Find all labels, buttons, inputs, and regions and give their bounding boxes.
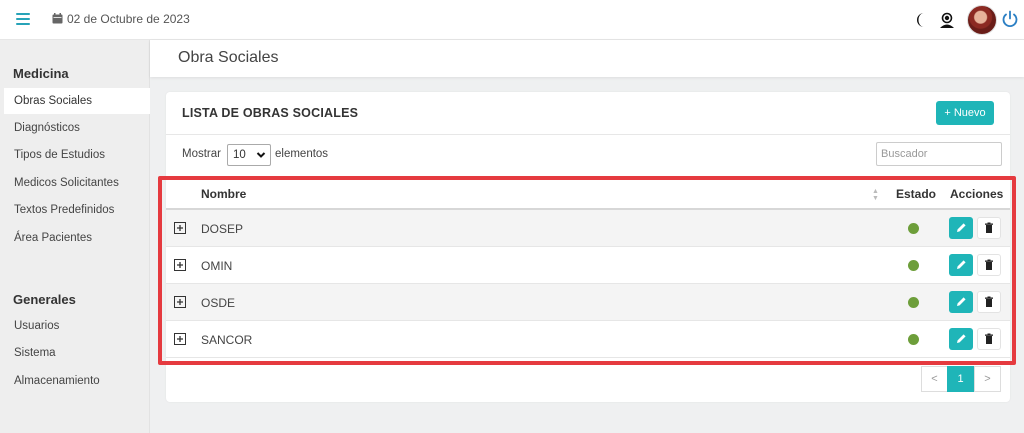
- page-1-button[interactable]: 1: [947, 366, 974, 392]
- expand-row-icon[interactable]: [174, 259, 186, 271]
- sidebar-item-obras-sociales[interactable]: Obras Sociales: [4, 88, 150, 114]
- row-name: OSDE: [201, 296, 236, 310]
- table-header: Nombre ▲ ▼ Estado Acciones: [166, 179, 1010, 210]
- sidebar-item-textos-predefinidos[interactable]: Textos Predefinidos: [4, 197, 150, 223]
- row-name: SANCOR: [201, 333, 253, 347]
- moon-icon[interactable]: [914, 12, 928, 28]
- current-date: 02 de Octubre de 2023: [67, 12, 190, 26]
- next-page-button[interactable]: >: [974, 366, 1001, 392]
- page-size-value: 10: [233, 149, 246, 161]
- row-name: DOSEP: [201, 222, 244, 236]
- pencil-icon: [957, 334, 966, 343]
- table-row: SANCOR: [166, 321, 1010, 358]
- pencil-icon: [957, 223, 966, 232]
- card-title: LISTA DE OBRAS SOCIALES: [182, 106, 359, 120]
- column-acciones: Acciones: [950, 187, 1004, 201]
- expand-row-icon[interactable]: [174, 296, 186, 308]
- table-row: OMIN: [166, 247, 1010, 284]
- delete-button[interactable]: [977, 328, 1001, 350]
- avatar[interactable]: [967, 5, 997, 35]
- page-size-select[interactable]: 10: [227, 144, 271, 166]
- sort-icon[interactable]: ▲ ▼: [872, 188, 879, 202]
- calendar-icon: [52, 13, 63, 24]
- pencil-icon: [957, 260, 966, 269]
- top-bar: 02 de Octubre de 2023: [0, 0, 1024, 40]
- table-row: DOSEP: [166, 210, 1010, 247]
- edit-button[interactable]: [949, 291, 973, 313]
- menu-icon[interactable]: [16, 13, 30, 25]
- page-header: Obra Sociales: [150, 40, 1024, 77]
- table-row: OSDE: [166, 284, 1010, 321]
- status-active-dot: [908, 223, 919, 234]
- sidebar-item-medicos-solicitantes[interactable]: Medicos Solicitantes: [4, 170, 150, 196]
- sidebar-section-medicina: Medicina: [13, 66, 69, 81]
- show-label: Mostrar: [182, 148, 221, 160]
- sidebar: Medicina Obras Sociales Diagnósticos Tip…: [0, 40, 150, 433]
- sidebar-section-generales: Generales: [13, 292, 76, 307]
- divider: [166, 134, 1010, 135]
- pencil-icon: [957, 297, 966, 306]
- column-nombre[interactable]: Nombre: [201, 187, 246, 201]
- page-title: Obra Sociales: [178, 49, 279, 66]
- search-input[interactable]: Buscador: [876, 142, 1002, 166]
- trash-icon: [985, 333, 993, 344]
- support-agent-icon[interactable]: [938, 11, 956, 29]
- trash-icon: [985, 296, 993, 307]
- chevron-down-icon: [256, 152, 266, 158]
- delete-button[interactable]: [977, 217, 1001, 239]
- sidebar-item-usuarios[interactable]: Usuarios: [4, 313, 150, 339]
- edit-button[interactable]: [949, 328, 973, 350]
- expand-row-icon[interactable]: [174, 222, 186, 234]
- sidebar-item-tipos-estudios[interactable]: Tipos de Estudios: [4, 142, 150, 168]
- row-name: OMIN: [201, 259, 233, 273]
- edit-button[interactable]: [949, 217, 973, 239]
- sidebar-item-area-pacientes[interactable]: Área Pacientes: [4, 225, 150, 251]
- column-estado[interactable]: Estado: [896, 187, 936, 201]
- trash-icon: [985, 222, 993, 233]
- elements-label: elementos: [275, 148, 329, 160]
- prev-page-button[interactable]: <: [921, 366, 948, 392]
- new-button[interactable]: + Nuevo: [936, 101, 994, 125]
- delete-button[interactable]: [977, 291, 1001, 313]
- status-active-dot: [908, 260, 919, 271]
- sidebar-item-diagnosticos[interactable]: Diagnósticos: [4, 115, 150, 141]
- power-icon[interactable]: [1001, 10, 1019, 28]
- sidebar-item-sistema[interactable]: Sistema: [4, 340, 150, 366]
- sidebar-item-almacenamiento[interactable]: Almacenamiento: [4, 368, 150, 394]
- edit-button[interactable]: [949, 254, 973, 276]
- expand-row-icon[interactable]: [174, 333, 186, 345]
- status-active-dot: [908, 334, 919, 345]
- trash-icon: [985, 259, 993, 270]
- status-active-dot: [908, 297, 919, 308]
- delete-button[interactable]: [977, 254, 1001, 276]
